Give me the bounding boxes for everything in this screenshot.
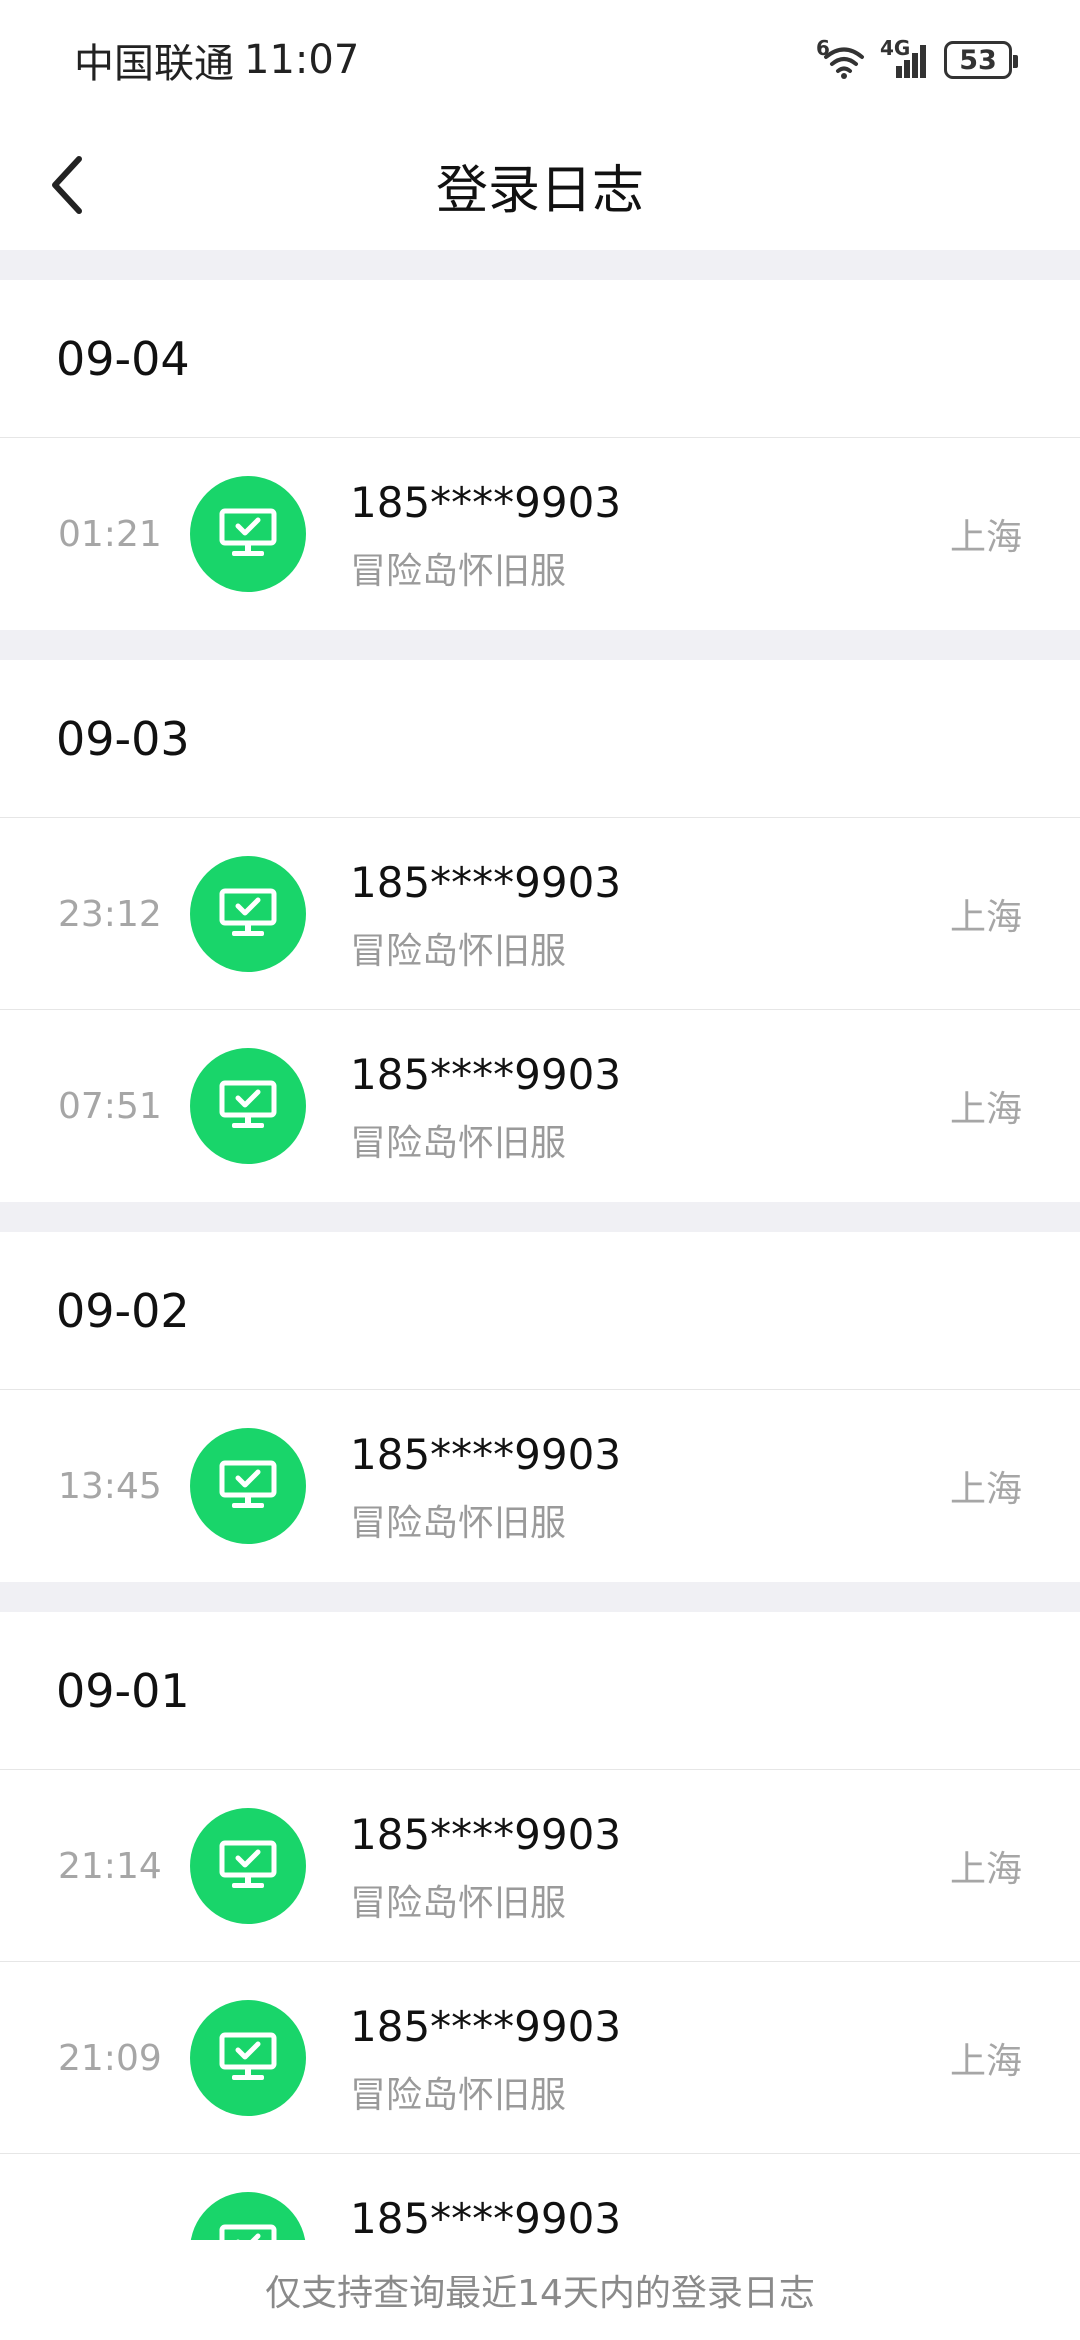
server-name: 冒险岛怀旧服 — [350, 2075, 567, 2116]
login-time: 21:09 — [58, 2037, 162, 2079]
monitor-check-icon — [190, 1808, 306, 1924]
login-location: 上海 — [949, 517, 1022, 558]
account-number: 185****9903 — [350, 2002, 622, 2051]
login-location: 上海 — [949, 2041, 1022, 2082]
server-name: 冒险岛怀旧服 — [350, 1503, 567, 1544]
login-time: 23:12 — [58, 893, 162, 935]
log-entry-row[interactable]: 01:21 185****9903 冒险岛怀旧服 上海 — [0, 438, 1080, 630]
login-location: 上海 — [949, 897, 1022, 938]
login-log-list[interactable]: 09-04 01:21 185****9903 冒险岛怀旧服 上海 09-03 23:12 1… — [0, 250, 1080, 2240]
login-time: 13:45 — [58, 1465, 162, 1507]
login-location: 上海 — [949, 1849, 1022, 1890]
battery-icon: 53 — [944, 41, 1018, 79]
page-title: 登录日志 — [435, 160, 644, 221]
account-number: 185****9903 — [350, 1050, 622, 1099]
date-section: 09-01 21:14 185****9903 冒险岛怀旧服 上海 21:09 185***… — [0, 1582, 1080, 2240]
server-name: 冒险岛怀旧服 — [350, 1123, 567, 1164]
account-number: 185****9903 — [350, 1430, 622, 1479]
account-number: 185****9903 — [350, 478, 622, 527]
date-header: 09-02 — [0, 1232, 1080, 1390]
account-number: 185****9903 — [350, 1810, 622, 1859]
cellular-signal-icon: 4G — [880, 36, 930, 80]
status-bar: 中国联通 11:07 6 4G 53 — [0, 0, 1080, 120]
monitor-check-icon — [190, 2000, 306, 2116]
footer-note: 仅支持查询最近14天内的登录日志 — [0, 2240, 1080, 2340]
log-entry-row[interactable]: 07:51 185****9903 冒险岛怀旧服 上海 — [0, 1010, 1080, 1202]
date-header: 09-04 — [0, 280, 1080, 438]
account-number: 185****9903 — [350, 858, 622, 907]
battery-level: 53 — [959, 44, 997, 76]
monitor-check-icon — [190, 856, 306, 972]
login-time: 01:21 — [58, 513, 162, 555]
account-number: 185****9903 — [350, 2194, 622, 2240]
log-entry-row[interactable]: 21:14 185****9903 冒险岛怀旧服 上海 — [0, 1770, 1080, 1962]
login-location: 上海 — [949, 1469, 1022, 1510]
server-name: 冒险岛怀旧服 — [350, 1883, 567, 1924]
date-header: 09-03 — [0, 660, 1080, 818]
server-name: 冒险岛怀旧服 — [350, 551, 567, 592]
log-entry-row[interactable]: 185****9903 — [0, 2154, 1080, 2240]
login-time: 21:14 — [58, 1845, 162, 1887]
monitor-check-icon — [190, 476, 306, 592]
log-entry-row[interactable]: 23:12 185****9903 冒险岛怀旧服 上海 — [0, 818, 1080, 1010]
log-entry-row[interactable]: 21:09 185****9903 冒险岛怀旧服 上海 — [0, 1962, 1080, 2154]
server-name: 冒险岛怀旧服 — [350, 931, 567, 972]
status-left: 中国联通 11:07 — [74, 30, 359, 90]
navigation-bar: 登录日志 — [0, 120, 1080, 250]
wifi-icon: 6 — [816, 36, 866, 80]
monitor-check-icon — [190, 2192, 306, 2240]
log-entry-row[interactable]: 13:45 185****9903 冒险岛怀旧服 上海 — [0, 1390, 1080, 1582]
date-section: 09-03 23:12 185****9903 冒险岛怀旧服 上海 07:51 185***… — [0, 630, 1080, 1202]
status-right: 6 4G 53 — [816, 34, 1018, 86]
date-header: 09-01 — [0, 1612, 1080, 1770]
monitor-check-icon — [190, 1048, 306, 1164]
status-time: 11:07 — [244, 37, 360, 83]
date-section: 09-04 01:21 185****9903 冒险岛怀旧服 上海 — [0, 250, 1080, 630]
date-section: 09-02 13:45 185****9903 冒险岛怀旧服 上海 — [0, 1202, 1080, 1582]
carrier-name: 中国联通 — [74, 41, 234, 87]
login-location: 上海 — [949, 1089, 1022, 1130]
login-time: 07:51 — [58, 1085, 162, 1127]
monitor-check-icon — [190, 1428, 306, 1544]
